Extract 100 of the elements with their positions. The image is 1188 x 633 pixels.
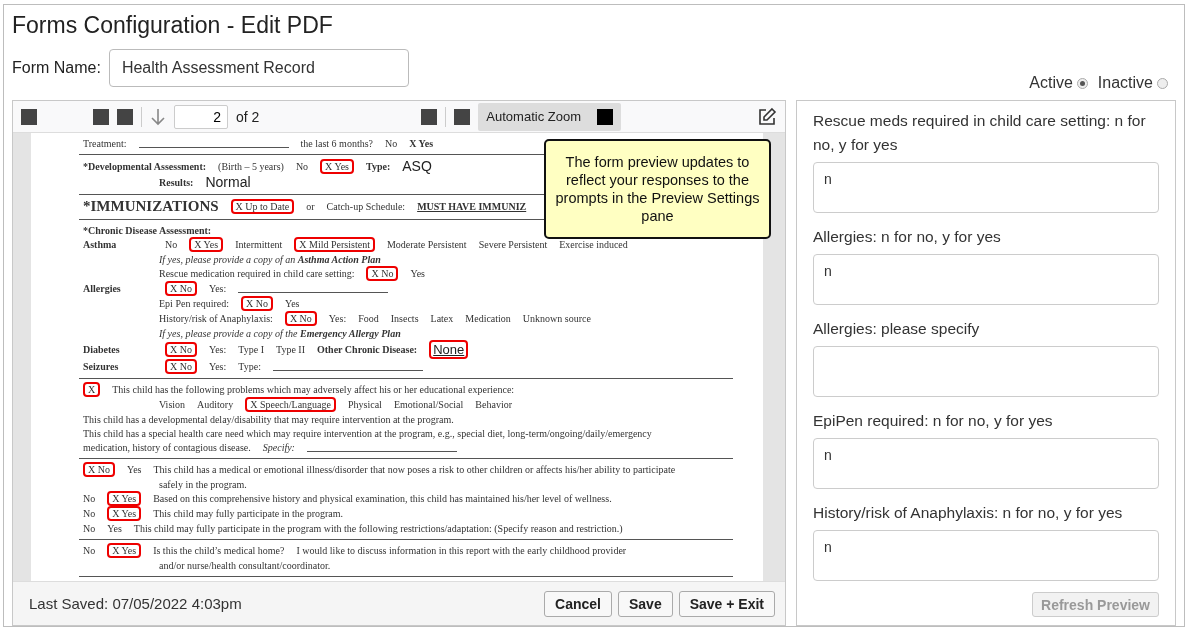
form-text: safely in the program. [159,478,247,490]
filled-value: ASQ [402,158,432,175]
square-icon[interactable] [93,108,109,125]
form-text: Yes [284,298,300,310]
form-note: Specify: [262,441,295,453]
answer-box[interactable]: n [813,254,1159,306]
marked-option: X Yes [107,543,142,559]
form-text: No [83,508,96,520]
marked-option: X No [83,462,115,478]
radio-label: Inactive [1097,74,1153,93]
form-text: Emotional/Social [393,399,464,411]
form-label: Diabetes [83,344,121,356]
form-text: History/risk of Anaphylaxis: [159,313,273,325]
form-text: This child may fully participate in the program with the following restrictions/adaptation: (Specify reason and restriction.) [133,522,623,534]
marked-option: X Mild Persistent [294,237,375,253]
form-name-field[interactable]: Health Assessment Record [108,48,409,87]
form-label: Allergies [83,283,122,295]
arrow-down-icon[interactable] [150,107,166,126]
page-number-field[interactable]: 2 [174,104,228,129]
form-text: Yes: [208,283,227,295]
marked-option: X Yes [189,237,224,253]
answer-box[interactable]: n [813,438,1159,490]
marked-option: X Speech/Language [245,397,336,413]
form-label: Type: [366,160,391,172]
marked-option: X Yes [107,491,142,507]
form-text: medication, history of contagious disease. [83,441,251,453]
form-text: Treatment: [83,137,127,149]
form-text: Vision [159,399,186,411]
prompt-label: EpiPen required: n for no, y for yes [813,411,1054,432]
form-text: No [83,493,96,505]
form-label: Other Chronic Disease: [317,344,418,356]
form-text: Latex [430,313,454,325]
section-heading: *IMMUNIZATIONS [83,198,219,216]
form-text: Food [358,313,379,325]
prompt-label: Allergies: n for no, y for yes [813,227,1002,248]
form-text: Type I [238,344,264,356]
form-text: Epi Pen required: [159,298,229,310]
square-icon[interactable] [421,108,438,125]
form-text: Behavior [475,399,512,411]
marked-option: X Yes [107,506,142,522]
marked-value: None [429,340,469,360]
footer-button[interactable]: Save [617,590,673,617]
marked-option: X No [165,359,197,375]
marked-option: X [83,382,101,398]
form-text: Physical [348,399,382,411]
form-text: Severe Persistent [478,239,548,251]
marked-option: X No [284,311,317,327]
form-text: Yes: [208,344,227,356]
form-text: No [83,545,96,557]
form-text: Is this the child’s medical home? [153,545,285,557]
form-text: Rescue medication required in child care setting: [159,268,355,280]
form-text: and/or nurse/health consultant/coordinator. [159,559,331,571]
form-text: No [295,160,309,172]
footer-button[interactable]: Save + Exit [678,590,775,617]
form-text: This child has the following problems which may adversely affect his or her educational experience: [112,384,515,396]
form-text: Yes [126,464,142,476]
radio-button[interactable] [1076,77,1088,89]
form-text: No [83,522,96,534]
form-text: Exercise induced [559,239,628,251]
prompt-label: History/risk of Anaphylaxis: n for no, y for yes [813,503,1124,524]
marked-option: X No [165,342,197,358]
zoom-select[interactable]: Automatic Zoom [478,102,621,131]
marked-option: X No [241,296,273,312]
page-title: Forms Configuration - Edit PDF [12,11,334,41]
form-text: Based on this comprehensive history and physical examination, this child has maintained his/her level of wellness. [153,493,612,505]
form-text: Catch-up Schedule: [326,201,406,213]
form-label: Seizures [83,361,120,373]
form-text: This child may fully participate in the program. [153,508,344,520]
form-text: Moderate Persistent [386,239,467,251]
form-text: Intermittent [235,239,283,251]
form-text: No [165,239,178,251]
form-label: Results: [159,176,194,188]
form-text: Unknown source [522,313,591,325]
page-count: of 2 [236,108,260,125]
tooltip: The form preview updates to reflect your responses to the prompts in the Preview Settings pane [544,139,771,240]
form-label: Asthma [83,239,118,251]
marked-option: X Up to Date [230,199,295,215]
radio-button[interactable] [1157,77,1168,89]
form-note: If yes, please provide a copy of an Asthma Action Plan [159,253,381,265]
square-icon[interactable] [454,108,471,125]
form-text: (Birth – 5 years) [218,160,284,172]
filled-value: Normal [205,174,251,191]
square-icon[interactable] [21,108,37,125]
square-icon[interactable] [117,108,133,125]
form-text: or [306,201,315,213]
edit-icon[interactable] [757,106,777,127]
form-text: the last 6 months? [300,137,373,149]
form-text: Yes: [328,313,347,325]
form-text: Insects [390,313,419,325]
form-text: Yes [410,268,425,280]
form-text: I would like to discuss information in this report with the early childhood provider [296,545,627,557]
form-name-label: Form Name: [12,58,101,77]
form-text: Type II [276,344,305,356]
form-label: X Yes [409,137,434,149]
marked-option: X No [165,281,197,297]
answer-box[interactable]: n [813,530,1159,582]
last-saved-text: Last Saved: 07/05/2022 4:03pm [29,595,242,612]
answer-box[interactable]: n [813,162,1159,214]
footer-button[interactable]: Cancel [544,590,612,617]
form-text: This child has a special health care need which may require intervention at the program, e.g., special diet, long-term/ongoing/daily/emergency [83,427,652,439]
